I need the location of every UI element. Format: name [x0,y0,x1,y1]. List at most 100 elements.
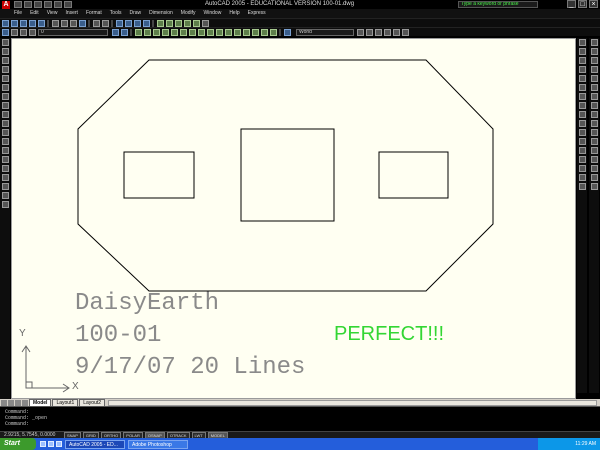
paste-icon[interactable] [70,19,77,27]
print-icon[interactable] [29,19,36,27]
taskbar-photoshop[interactable]: Adobe Photoshop [128,439,188,449]
ellipse-icon[interactable] [1,120,9,127]
ucs-y-icon[interactable] [225,28,232,36]
menu-insert[interactable]: Insert [65,9,78,18]
save-icon[interactable] [20,19,27,27]
osnap-settings-icon[interactable] [578,183,586,190]
autocad-logo-icon[interactable]: A [2,0,10,9]
gradient-icon[interactable] [1,174,9,181]
snap-quadrant-icon[interactable] [578,111,586,118]
new-icon[interactable] [2,19,9,27]
ellipse-arc-icon[interactable] [1,129,9,136]
arc-icon[interactable] [1,84,9,91]
menu-help[interactable]: Help [229,9,239,18]
mtext-icon[interactable] [1,201,9,208]
start-button[interactable]: Start [0,438,36,450]
zoom-window-icon[interactable] [134,19,141,27]
layer-on-icon[interactable] [11,28,18,36]
show-desktop-icon[interactable] [40,441,46,447]
open-icon[interactable] [11,19,18,27]
shade-icon[interactable] [357,28,364,36]
rotate-icon[interactable] [590,93,598,100]
taskbar-autocad[interactable]: AutoCAD 2005 - ED... [65,439,125,449]
tab-prev-icon[interactable] [8,399,14,406]
browser-icon[interactable] [48,441,54,447]
temp-track-icon[interactable] [578,39,586,46]
help-icon[interactable] [202,19,209,27]
fillet-icon[interactable] [590,174,598,181]
tab-first-icon[interactable] [1,399,7,406]
menu-express[interactable]: Express [248,9,266,18]
ucs-move-icon[interactable] [261,28,268,36]
polyline-icon[interactable] [1,57,9,64]
array-icon[interactable] [590,75,598,82]
design-center-icon[interactable] [166,19,173,27]
polygon-icon[interactable] [1,66,9,73]
ucs-apply-icon[interactable] [243,28,250,36]
copy-clip-icon[interactable] [61,19,68,27]
flat-shaded-icon[interactable] [384,28,391,36]
orbit-icon[interactable] [402,28,409,36]
redo-icon[interactable] [64,1,72,8]
ucs-z-icon[interactable] [234,28,241,36]
copy-icon[interactable] [590,48,598,55]
ucs-icon[interactable] [135,28,142,36]
erase-icon[interactable] [590,39,598,46]
zoom-previous-icon[interactable] [143,19,150,27]
ucs-object-icon[interactable] [171,28,178,36]
media-player-icon[interactable] [56,441,62,447]
snap-from-icon[interactable] [578,48,586,55]
ucs-select[interactable]: World [296,28,354,36]
point-icon[interactable] [1,156,9,163]
redo-icon[interactable] [102,19,109,27]
circle-icon[interactable] [1,93,9,100]
plot-icon[interactable] [44,1,52,8]
menu-window[interactable]: Window [204,9,222,18]
menu-edit[interactable]: Edit [30,9,39,18]
ucs-previous-icon[interactable] [153,28,160,36]
region-icon[interactable] [1,183,9,190]
spline-icon[interactable] [1,111,9,118]
ucs-x-icon[interactable] [216,28,223,36]
ucs-ii-icon[interactable] [284,28,291,36]
snap-extension-icon[interactable] [578,93,586,100]
construction-line-icon[interactable] [1,48,9,55]
named-ucs-icon[interactable] [252,28,259,36]
snap-endpoint-icon[interactable] [578,57,586,64]
scale-icon[interactable] [590,102,598,109]
tab-next-icon[interactable] [15,399,21,406]
offset-icon[interactable] [590,66,598,73]
ucs-zaxis-icon[interactable] [198,28,205,36]
menu-file[interactable]: File [14,9,22,18]
properties-icon[interactable] [157,19,164,27]
snap-node-icon[interactable] [578,156,586,163]
menu-tools[interactable]: Tools [110,9,122,18]
extend-icon[interactable] [590,129,598,136]
snap-intersection-icon[interactable] [578,75,586,82]
tab-last-icon[interactable] [22,399,28,406]
help-search-input[interactable]: Type a keyword or phrase [458,1,538,8]
rectangle-icon[interactable] [1,75,9,82]
move-icon[interactable] [590,84,598,91]
snap-nearest-icon[interactable] [578,165,586,172]
ucs-origin-icon[interactable] [189,28,196,36]
command-prompt[interactable]: Command: [5,421,600,427]
menu-view[interactable]: View [47,9,58,18]
open-file-icon[interactable] [24,1,32,8]
ucs-face-icon[interactable] [162,28,169,36]
wireframe-icon[interactable] [366,28,373,36]
pan-icon[interactable] [116,19,123,27]
layer-select[interactable]: 0 [38,28,108,36]
layer-previous-icon[interactable] [121,28,128,36]
undo-icon[interactable] [54,1,62,8]
line-icon[interactable] [1,39,9,46]
snap-none-icon[interactable] [578,174,586,181]
tool-palettes-icon[interactable] [175,19,182,27]
ucs-world-icon[interactable] [144,28,151,36]
chamfer-icon[interactable] [590,165,598,172]
table-icon[interactable] [1,192,9,199]
markup-icon[interactable] [193,19,200,27]
menu-modify[interactable]: Modify [181,9,196,18]
print-preview-icon[interactable] [38,19,45,27]
zoom-realtime-icon[interactable] [125,19,132,27]
